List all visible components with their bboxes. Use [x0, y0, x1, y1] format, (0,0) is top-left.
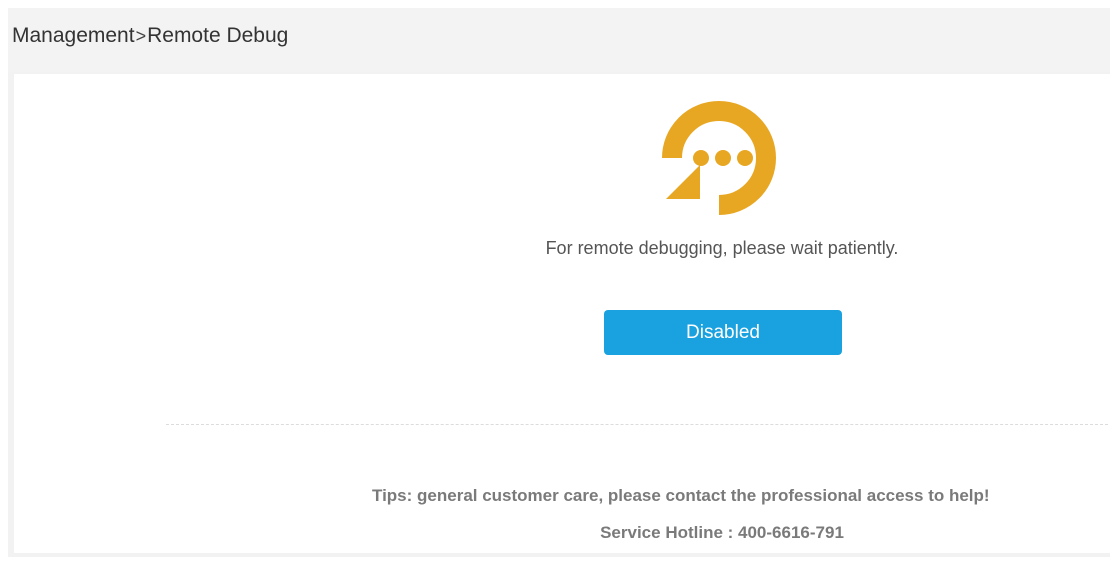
remote-debug-icon: [662, 101, 776, 215]
breadcrumb-separator: >: [135, 26, 147, 46]
breadcrumb: Management>Remote Debug: [12, 23, 288, 49]
breadcrumb-parent[interactable]: Management: [12, 24, 135, 47]
status-message: For remote debugging, please wait patien…: [545, 238, 899, 258]
page-header: Management>Remote Debug: [8, 8, 1110, 72]
service-hotline: Service Hotline : 400-6616-791: [600, 523, 844, 542]
section-divider: [166, 424, 1108, 425]
content-panel: [14, 74, 1110, 553]
disabled-button[interactable]: Disabled: [604, 310, 842, 355]
tips-text: Tips: general customer care, please cont…: [372, 486, 990, 505]
breadcrumb-current: Remote Debug: [147, 24, 289, 47]
page-frame: Management>Remote Debug: [8, 8, 1110, 557]
